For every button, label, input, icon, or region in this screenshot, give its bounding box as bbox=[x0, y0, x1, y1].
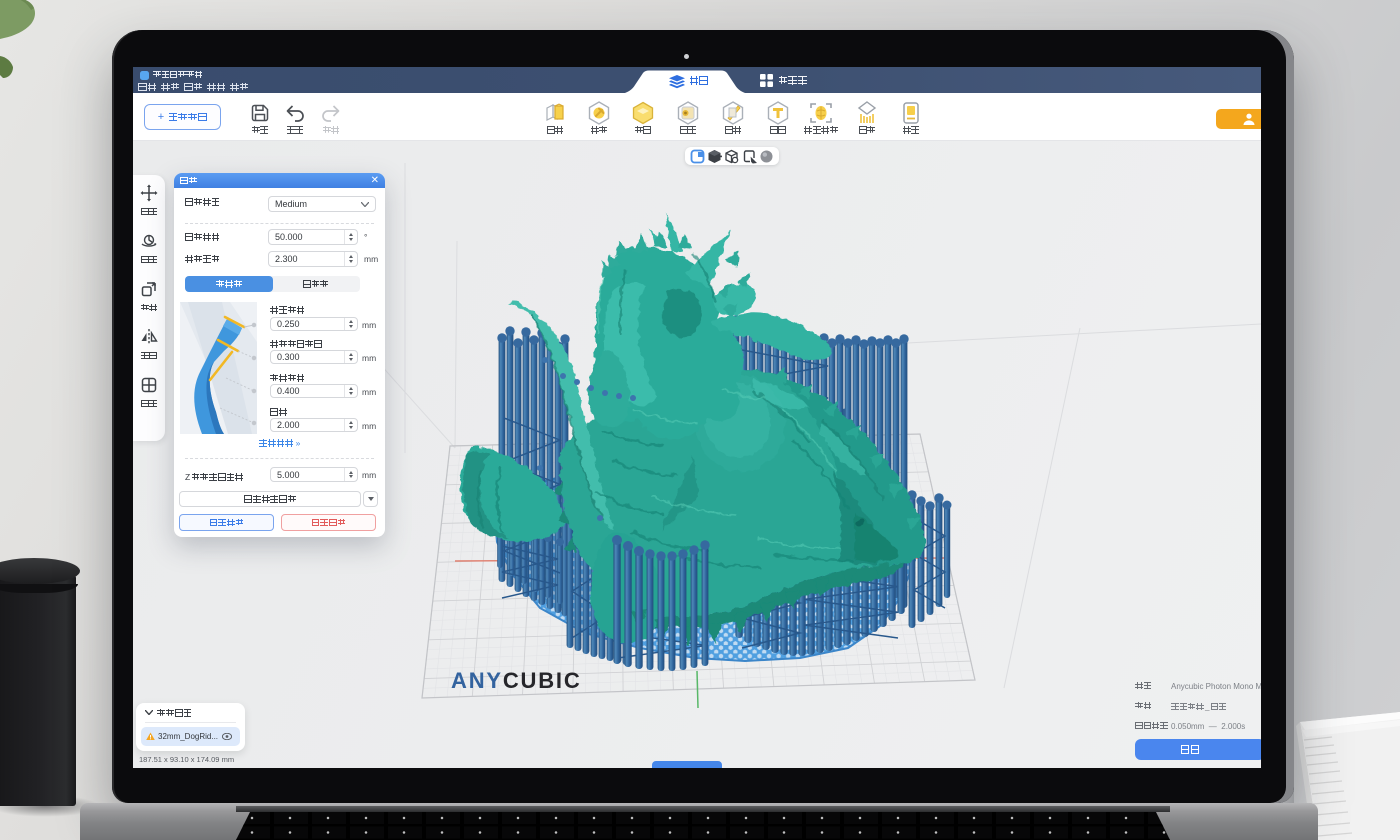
svg-text:ANYCUBIC: ANYCUBIC bbox=[451, 668, 582, 693]
